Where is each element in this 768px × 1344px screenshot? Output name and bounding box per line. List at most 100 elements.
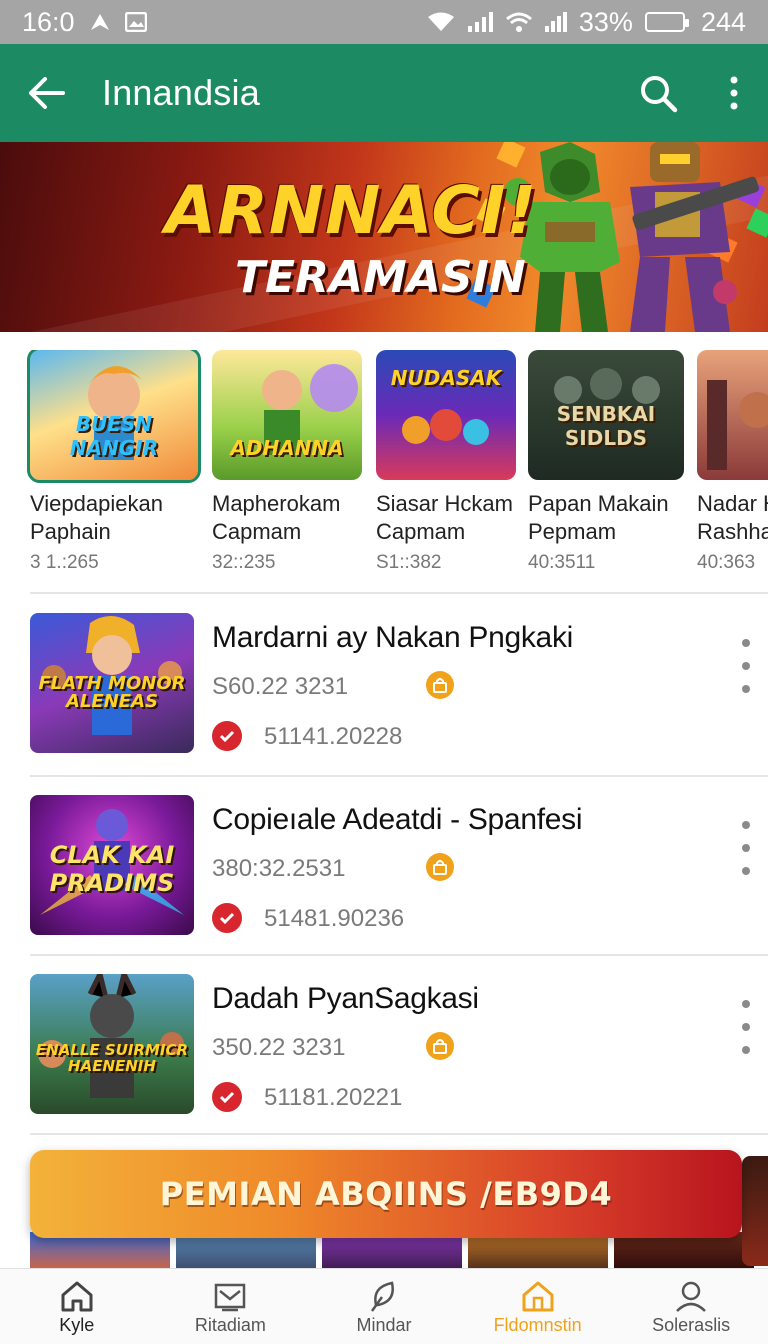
nav-label: Mindar	[356, 1315, 412, 1335]
signal-icon-2	[544, 12, 567, 32]
game-name: Viepdapiekan	[30, 491, 163, 516]
inbox-icon	[215, 1283, 246, 1312]
more-vert-icon	[730, 76, 738, 110]
nav-item-soleraslis[interactable]: Soleraslis	[614, 1269, 768, 1344]
thumb-label: CLAK KAI PRADIMS	[49, 841, 175, 897]
signal-icon	[467, 12, 493, 32]
arrow-left-icon	[29, 77, 65, 109]
app-bar: Innandsia	[0, 44, 768, 142]
verified-check-icon	[212, 1082, 242, 1112]
featured-card[interactable]: Nadar H Rashhar 40:363	[697, 350, 768, 574]
battery-icon	[644, 12, 689, 32]
item-more-button[interactable]	[734, 631, 758, 701]
nav-label: Ritadiam	[194, 1315, 266, 1335]
list-item[interactable]: FLATH MONOR ALENEAS Mardarni ay Nakan Pn…	[30, 613, 768, 773]
game-stat: 51141.20228	[264, 723, 403, 750]
promo-thumbnails-strip	[30, 1232, 768, 1272]
divider	[30, 1133, 768, 1135]
divider	[30, 775, 768, 777]
search-button[interactable]	[634, 69, 682, 117]
game-stat: 51181.20221	[264, 1084, 403, 1111]
game-name-line2: Pepmam	[528, 519, 617, 544]
status-time: 16:0	[22, 6, 75, 37]
overflow-menu-button[interactable]	[722, 69, 746, 117]
game-thumbnail: ADHANNA	[212, 350, 362, 480]
page-title: Innandsia	[102, 72, 260, 113]
game-name-line2: Paphain	[30, 519, 111, 544]
thumb-label: SENBKAI SIDLDS	[556, 402, 656, 450]
featured-card[interactable]: ADHANNA Mapherokam Capmam 32::235	[212, 350, 364, 574]
game-thumbnail: NUDASAK	[376, 350, 516, 480]
lock-icon	[426, 1032, 454, 1060]
thumb-label: ENALLE SUIRMICR HAENENIH	[35, 1041, 189, 1075]
featured-card[interactable]: BUESN NANGIR Viepdapiekan Paphain 3 1.:2…	[27, 350, 201, 574]
hero-character-armored	[630, 142, 759, 332]
image-icon	[124, 12, 147, 32]
back-button[interactable]	[22, 69, 70, 117]
game-name: Papan Makain	[528, 491, 669, 516]
game-thumbnail: ENALLE SUIRMICR HAENENIH	[30, 974, 194, 1114]
game-name-line2: Rashhar	[697, 519, 768, 544]
promo-side-thumbnail	[742, 1156, 768, 1266]
thumb-label: FLATH MONOR ALENEAS	[38, 673, 186, 712]
game-subtitle: S60.22 3231	[212, 673, 349, 700]
verified-check-icon	[212, 721, 242, 751]
bottom-navigation: Kyle Ritadiam Mindar Fldomnstin Solerasl…	[0, 1268, 768, 1344]
status-extra: 244	[700, 6, 746, 37]
game-thumbnail: CLAK KAI PRADIMS	[30, 795, 194, 935]
list-item[interactable]: ENALLE SUIRMICR HAENENIH Dadah PyanSagka…	[30, 974, 768, 1134]
promo-text: PEMIAN ABQIINS /EB9D4	[159, 1175, 613, 1213]
nav-item-ritadiam[interactable]: Ritadiam	[154, 1269, 308, 1344]
featured-card[interactable]: NUDASAK Siasar Hckam Capmam S1::382	[376, 350, 518, 574]
featured-card[interactable]: SENBKAI SIDLDS Papan Makain Pepmam 40:35…	[528, 350, 686, 574]
nav-item-fldomnstin[interactable]: Fldomnstin	[461, 1269, 615, 1344]
lock-icon	[426, 671, 454, 699]
game-name: Siasar Hckam	[376, 491, 513, 516]
banner-subhead: TERAMASIN	[235, 252, 526, 303]
nav-item-mindar[interactable]: Mindar	[307, 1269, 461, 1344]
featured-games-row[interactable]: BUESN NANGIR Viepdapiekan Paphain 3 1.:2…	[0, 350, 768, 580]
item-more-button[interactable]	[734, 813, 758, 883]
home-icon	[61, 1281, 93, 1312]
lock-icon	[426, 853, 454, 881]
game-meta: 40:363	[697, 552, 756, 573]
wifi-icon-2	[505, 12, 532, 32]
promo-banner[interactable]: ARNNACI! TERAMASIN	[0, 142, 768, 332]
game-meta: 40:3511	[528, 552, 596, 573]
thumb-label: ADHANNA	[230, 436, 344, 460]
game-meta: S1::382	[376, 552, 442, 573]
nav-label: Soleraslis	[652, 1315, 731, 1335]
search-icon	[641, 76, 678, 113]
game-title: Mardarni ay Nakan Pngkaki	[212, 621, 574, 654]
list-item[interactable]: CLAK KAI PRADIMS Copieıale Adeatdi - Spa…	[30, 795, 768, 955]
nav-label: Fldomnstin	[493, 1315, 582, 1335]
game-subtitle: 350.22 3231	[212, 1034, 346, 1061]
game-thumbnail: SENBKAI SIDLDS	[528, 350, 684, 480]
wifi-icon	[427, 12, 454, 31]
game-thumbnail: FLATH MONOR ALENEAS	[30, 613, 194, 753]
game-title: Dadah PyanSagkasi	[212, 982, 479, 1015]
battery-percent: 33%	[578, 6, 633, 37]
thumb-label: NUDASAK	[390, 366, 502, 390]
status-bar: 16:0 33% 244	[0, 0, 768, 44]
game-stat: 51481.90236	[264, 905, 405, 932]
divider	[30, 954, 768, 956]
game-subtitle: 380:32.2531	[212, 855, 346, 882]
game-meta: 3 1.:265	[30, 552, 99, 573]
game-name-line2: Capmam	[376, 519, 466, 544]
banner-headline: ARNNACI!	[165, 172, 538, 249]
house-icon	[522, 1281, 554, 1312]
verified-check-icon	[212, 903, 242, 933]
game-name-line2: Capmam	[212, 519, 302, 544]
promo-button[interactable]: PEMIAN ABQIINS /EB9D4	[30, 1150, 742, 1238]
nav-label: Kyle	[59, 1315, 95, 1335]
game-thumbnail: BUESN NANGIR	[27, 350, 201, 483]
game-name: Mapherokam	[212, 491, 341, 516]
game-name: Nadar H	[697, 491, 768, 516]
leaf-icon	[370, 1281, 394, 1312]
game-title: Copieıale Adeatdi - Spanfesi	[212, 803, 583, 836]
item-more-button[interactable]	[734, 992, 758, 1062]
thumb-label: BUESN NANGIR	[69, 412, 159, 460]
person-icon	[676, 1281, 707, 1312]
nav-item-kyle[interactable]: Kyle	[0, 1269, 154, 1344]
